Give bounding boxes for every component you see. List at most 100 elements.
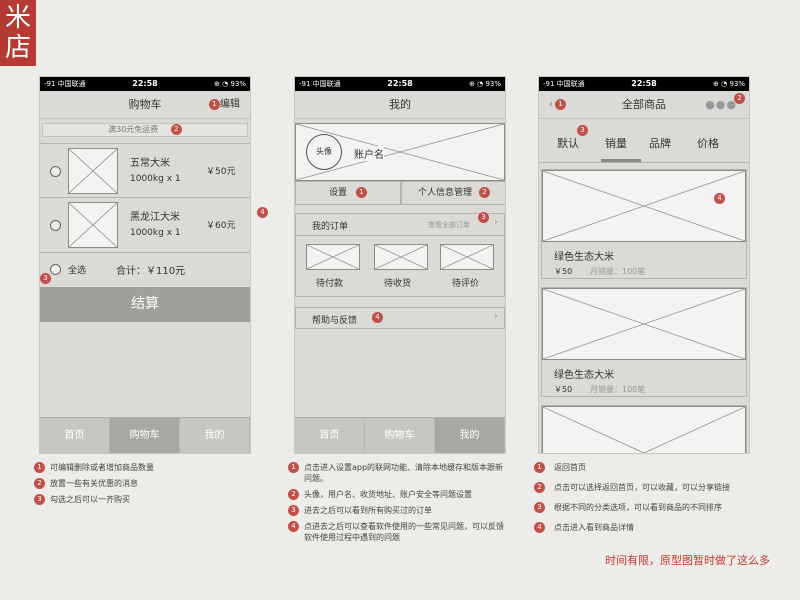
- placeholder-cross-icon: [69, 203, 117, 247]
- settings-button[interactable]: 设置 1: [295, 181, 401, 205]
- navbar: ‹ 1 全部商品 ●●●: [539, 91, 749, 119]
- view-all-orders[interactable]: 查看全部订单: [428, 220, 470, 230]
- item-checkbox[interactable]: [50, 220, 61, 231]
- placeholder-cross-icon: [543, 171, 745, 241]
- avatar[interactable]: 头像: [306, 134, 342, 170]
- tab-mine[interactable]: 我的: [435, 418, 505, 453]
- navbar: 我的: [295, 91, 505, 119]
- annotation-badge: 3: [288, 505, 299, 516]
- cart-item[interactable]: 黑龙江大米 1000kg x 1 ￥60元: [40, 198, 250, 253]
- item-qty: 1000kg x 1: [130, 228, 181, 238]
- chevron-left-icon: ‹: [549, 99, 553, 110]
- annotation-badge: 2: [34, 478, 45, 489]
- product-card[interactable]: [541, 405, 747, 453]
- note-item: 2 放置一些有关优惠的消息: [34, 478, 244, 489]
- note-text: 点击进入设置app的联网功能、清除本地缓存和版本跟新问题。: [304, 463, 504, 483]
- battery: ⊕ ◔ 93%: [469, 80, 501, 88]
- tab-home[interactable]: 首页: [295, 418, 365, 453]
- note-item: 2 点击可以选择返回首页，可以收藏，可以分享链接: [534, 482, 774, 493]
- tab-mine[interactable]: 我的: [180, 418, 250, 453]
- tab-default[interactable]: 默认: [557, 135, 579, 151]
- annotation-badge: 3: [577, 125, 588, 136]
- tab-price[interactable]: 价格: [697, 135, 719, 151]
- product-image: [68, 202, 118, 248]
- tab-bar: 首页 购物车 我的: [295, 417, 505, 453]
- status-bar: -91 中国联通 22:58 ⊕ ◔ 93%: [40, 77, 250, 91]
- product-card[interactable]: 4 绿色生态大米 ￥50 月销量：100笔: [541, 169, 747, 279]
- footer-note: 时间有限，原型图暂时做了这么多: [605, 554, 770, 567]
- tab-bar: 首页 购物车 我的: [40, 417, 250, 453]
- order-icon-pending-payment[interactable]: [306, 244, 360, 270]
- profile-header[interactable]: 头像 账户名: [295, 123, 505, 181]
- annotation-badge: 1: [209, 98, 220, 110]
- item-name: 五常大米: [130, 158, 170, 169]
- order-icon-pending-receipt[interactable]: [374, 244, 428, 270]
- order-state-label: 待付款: [316, 279, 344, 289]
- annotation-badge: 4: [257, 207, 268, 218]
- annotation-badge: 4: [714, 193, 725, 204]
- orders-title: 我的订单: [312, 222, 349, 232]
- active-tab-indicator: [601, 159, 641, 162]
- product-image: [542, 170, 746, 242]
- account-name: 账户名: [354, 146, 384, 161]
- page-title: 购物车: [128, 98, 162, 111]
- navbar: 购物车 1 编辑: [40, 91, 250, 119]
- status-bar: -91 中国联通 22:58 ⊕ ◔ 93%: [295, 77, 505, 91]
- annotation-badge: 1: [355, 187, 367, 198]
- annotation-badge: 1: [555, 98, 566, 110]
- item-checkbox[interactable]: [50, 166, 61, 177]
- product-card[interactable]: 绿色生态大米 ￥50 月销量：100笔: [541, 287, 747, 397]
- note-item: 1 返回首页: [534, 462, 774, 473]
- select-all-checkbox[interactable]: [50, 264, 61, 275]
- orders-header[interactable]: 我的订单 查看全部订单 3 ›: [296, 212, 504, 236]
- tab-cart[interactable]: 购物车: [365, 418, 435, 453]
- note-text: 返回首页: [554, 463, 586, 472]
- notes-mine: 1 点击进入设置app的联网功能、清除本地缓存和版本跟新问题。 2 头像，用户名、收…: [288, 462, 506, 548]
- more-menu-button[interactable]: ●●●: [705, 91, 737, 119]
- profile-management-button[interactable]: 个人信息管理 2: [401, 181, 505, 205]
- item-price: ￥50元: [206, 167, 236, 177]
- annotation-badge: 2: [734, 93, 745, 104]
- profile-label: 个人信息管理: [418, 188, 473, 198]
- select-all-label: 全选: [68, 266, 87, 276]
- annotation-badge: 2: [478, 187, 490, 198]
- status-bar: -91 中国联通 22:58 ⊕ ◔ 93%: [539, 77, 749, 91]
- item-name: 黑龙江大米: [130, 212, 180, 223]
- cart-item[interactable]: 五常大米 1000kg x 1 ￥50元: [40, 143, 250, 198]
- placeholder-cross-icon: [441, 245, 493, 269]
- note-text: 根据不同的分类选项，可以看到商品的不同排序: [554, 503, 722, 512]
- help-feedback-row[interactable]: 帮助与反馈 4 ›: [295, 307, 505, 329]
- note-item: 3 进去之后可以看到所有购买过的订单: [288, 505, 506, 516]
- battery: ⊕ ◔ 93%: [713, 80, 745, 88]
- logo: 米 店: [0, 0, 36, 66]
- note-item: 3 根据不同的分类选项，可以看到商品的不同排序: [534, 502, 774, 513]
- note-item: 1 可编辑删除或者增加商品数量: [34, 462, 244, 473]
- note-item: 4 点进去之后可以查看软件使用的一些常见问题，可以反馈软件使用过程中遇到的问题: [288, 521, 506, 543]
- tab-brand[interactable]: 品牌: [649, 135, 671, 151]
- note-text: 点击可以选择返回首页，可以收藏，可以分享链接: [554, 483, 730, 492]
- tab-cart[interactable]: 购物车: [110, 418, 180, 453]
- annotation-badge: 4: [288, 521, 299, 532]
- back-button[interactable]: ‹ 1: [549, 91, 566, 119]
- page-title: 我的: [389, 98, 411, 111]
- annotation-badge: 4: [534, 522, 545, 533]
- item-price: ￥60元: [206, 221, 236, 231]
- notes-cart: 1 可编辑删除或者增加商品数量 2 放置一些有关优惠的消息 3 勾选之后可以一齐购买: [34, 462, 244, 510]
- phone-cart: -91 中国联通 22:58 ⊕ ◔ 93% 购物车 1 编辑 满30元免运费 2…: [39, 76, 251, 454]
- note-text: 勾选之后可以一齐购买: [50, 495, 130, 504]
- tab-home[interactable]: 首页: [40, 418, 110, 453]
- note-item: 4 点击进入看到商品详情: [534, 522, 774, 533]
- product-name: 绿色生态大米: [554, 370, 614, 381]
- annotation-badge: 1: [534, 462, 545, 473]
- order-icon-pending-review[interactable]: [440, 244, 494, 270]
- more-dots-icon: ●●●: [705, 98, 737, 111]
- checkout-button[interactable]: 结算: [40, 287, 250, 322]
- product-sales: 月销量：100笔: [590, 267, 646, 276]
- placeholder-cross-icon: [543, 289, 745, 359]
- edit-button[interactable]: 1 编辑: [209, 91, 240, 119]
- tab-sales[interactable]: 销量: [605, 135, 627, 151]
- note-text: 放置一些有关优惠的消息: [50, 479, 138, 488]
- notes-products: 1 返回首页 2 点击可以选择返回首页，可以收藏，可以分享链接 3 根据不同的分类选项…: [534, 462, 774, 542]
- placeholder-cross-icon: [307, 245, 359, 269]
- page-title: 全部商品: [622, 98, 666, 111]
